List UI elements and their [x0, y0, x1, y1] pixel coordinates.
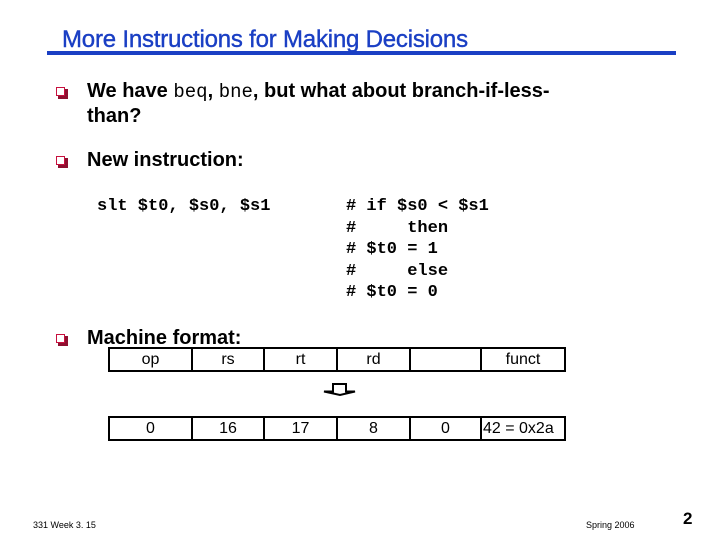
table-row: op rs rt rd funct — [108, 347, 566, 372]
value-op: 0 — [108, 416, 193, 441]
field-rd: rd — [336, 347, 411, 372]
code-comment: # then — [346, 219, 449, 238]
field-shamt — [409, 347, 482, 372]
square-bullet-icon — [56, 334, 68, 346]
value-rt: 17 — [263, 416, 338, 441]
title-underline — [47, 51, 676, 55]
field-rt: rt — [263, 347, 338, 372]
bullet-1-continuation: than? — [87, 105, 142, 127]
page-number: 2 — [683, 509, 693, 528]
bullet-2-text: New instruction: — [87, 149, 244, 171]
field-funct: funct — [480, 347, 566, 372]
bullet-1-text: We have beq, bne, but what about branch-… — [87, 79, 550, 104]
beq-keyword: beq — [173, 81, 208, 103]
square-bullet-icon — [56, 87, 68, 99]
table-row: 0 16 17 8 0 42 = 0x2a — [108, 416, 566, 441]
code-comment: # else — [346, 262, 449, 281]
format-field-names: op rs rt rd funct — [108, 347, 566, 372]
down-arrow-icon — [323, 383, 356, 397]
footer-term-label: Spring 2006 — [586, 520, 635, 530]
footer-course-label: 331 Week 3. 15 — [33, 520, 96, 530]
code-comment: # if $s0 < $s1 — [346, 197, 489, 216]
code-comment: # $t0 = 0 — [346, 283, 438, 302]
bullet-1-part: , but what about branch-if-less- — [252, 80, 550, 102]
value-funct: 42 = 0x2a — [480, 416, 566, 441]
format-field-values: 0 16 17 8 0 42 = 0x2a — [108, 416, 566, 441]
bullet-1-part: , — [207, 80, 219, 102]
bne-keyword: bne — [218, 81, 253, 103]
value-rd: 8 — [336, 416, 411, 441]
slide-title: More Instructions for Making Decisions — [62, 26, 468, 53]
value-rs: 16 — [191, 416, 265, 441]
bullet-1-part: We have — [87, 80, 174, 102]
field-op: op — [108, 347, 193, 372]
value-shamt: 0 — [409, 416, 482, 441]
code-comment: # $t0 = 1 — [346, 240, 438, 259]
square-bullet-icon — [56, 156, 68, 168]
slt-instruction: slt $t0, $s0, $s1 — [97, 197, 271, 216]
field-rs: rs — [191, 347, 265, 372]
